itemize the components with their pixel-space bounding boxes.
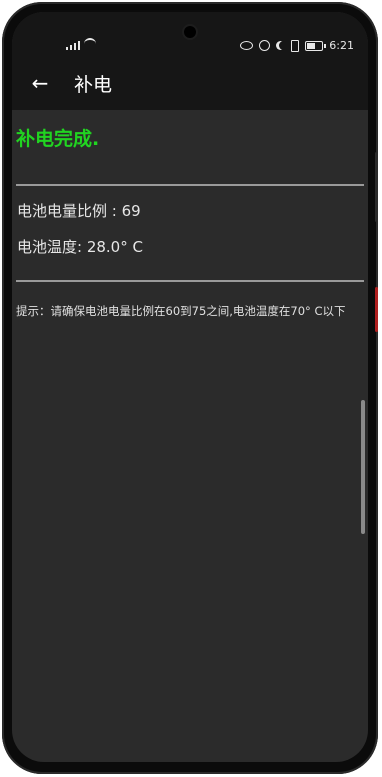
- status-message: 补电完成.: [16, 128, 100, 150]
- wifi-icon: [84, 38, 96, 50]
- main-content: 补电完成. 电池电量比例 : 69 电池温度: 28.0° C 提示：请确保电池…: [12, 110, 368, 762]
- status-right: 6:21: [240, 39, 354, 52]
- battery-temperature: 电池温度: 28.0° C: [17, 238, 143, 256]
- signal-icon: [66, 41, 80, 50]
- volume-button: [375, 152, 378, 222]
- divider: [16, 184, 364, 186]
- vibrate-icon: [291, 39, 300, 52]
- status-bar: 6:21: [12, 12, 368, 56]
- divider: [16, 280, 364, 282]
- app-toolbar: ← 补电: [12, 56, 368, 110]
- tip-text: 提示：请确保电池电量比例在60到75之间,电池温度在70° C以下: [16, 304, 346, 318]
- scrollbar[interactable]: [361, 400, 365, 534]
- power-button: [375, 287, 378, 332]
- battery-level: 电池电量比例 : 69: [17, 202, 141, 220]
- arrow-left-icon: ←: [31, 71, 49, 95]
- battery-icon: [305, 40, 327, 51]
- status-time: 6:21: [329, 39, 354, 52]
- alarm-icon: [259, 40, 271, 51]
- page-title: 补电: [74, 73, 113, 96]
- do-not-disturb-icon: [279, 41, 288, 50]
- screen: 6:21 ← 补电 补电完成. 电池电量比例 : 69 电池温度: 28.0° …: [12, 12, 368, 762]
- status-left: [66, 38, 96, 50]
- phone-frame: 6:21 ← 补电 补电完成. 电池电量比例 : 69 电池温度: 28.0° …: [2, 2, 378, 774]
- back-button[interactable]: ←: [12, 56, 68, 110]
- eye-comfort-icon: [240, 41, 254, 50]
- front-camera: [184, 26, 196, 38]
